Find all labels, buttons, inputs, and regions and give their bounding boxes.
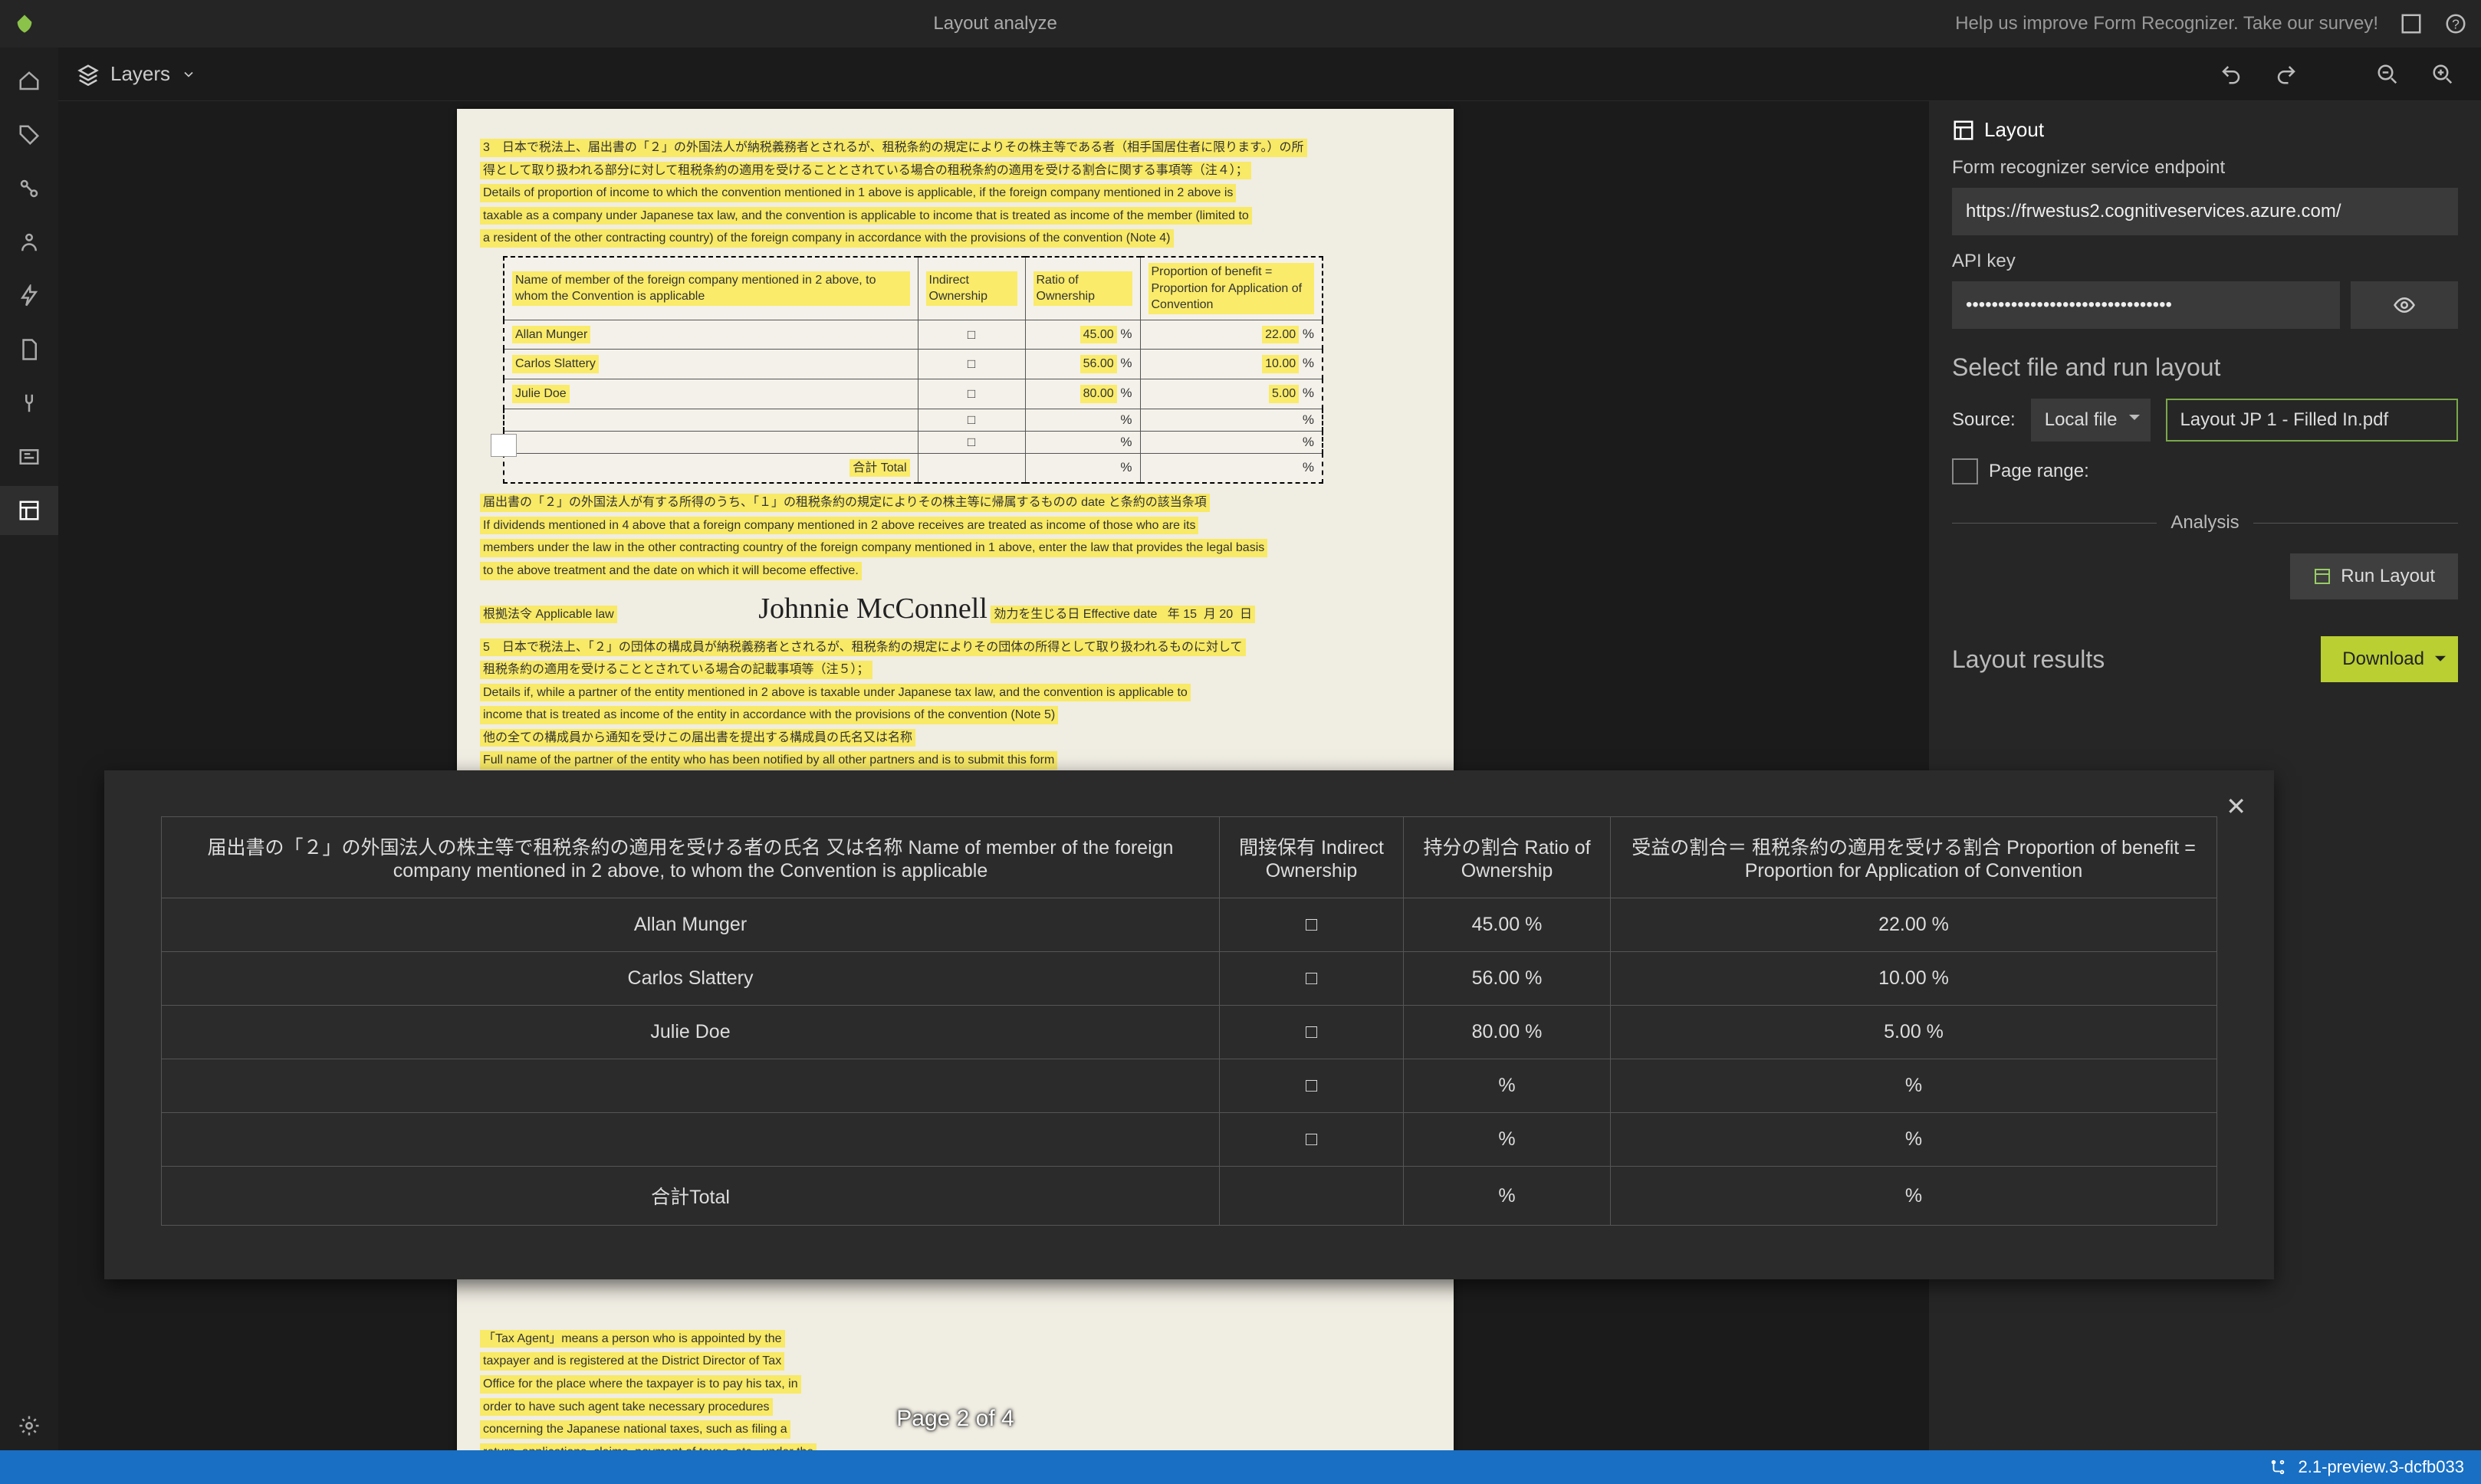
- nav-home[interactable]: [0, 57, 58, 106]
- feedback-icon[interactable]: [2400, 12, 2423, 35]
- redo-button[interactable]: [2266, 54, 2306, 94]
- close-overlay-button[interactable]: ✕: [2226, 792, 2246, 821]
- zoom-in-button[interactable]: [2423, 54, 2463, 94]
- nav-train[interactable]: [0, 271, 58, 320]
- col-name: 届出書の「２」の外国法人の株主等で租税条約の適用を受ける者の氏名 又は名称 Na…: [162, 817, 1220, 898]
- page-indicator: Page 2 of 4: [896, 1406, 1014, 1432]
- panel-heading: Layout: [1984, 118, 2044, 142]
- status-bar: 2.1-preview.3-dcfb033: [0, 1450, 2481, 1484]
- tag-icon: [18, 123, 41, 146]
- layout-panel-icon: [1952, 119, 1975, 142]
- table-row: Carlos Slattery□56.00 %10.00 %: [162, 952, 2217, 1006]
- apikey-label: API key: [1952, 251, 2458, 272]
- endpoint-input[interactable]: [1952, 188, 2458, 235]
- source-select[interactable]: Local file: [2031, 399, 2151, 442]
- bolt-icon: [18, 284, 41, 307]
- table-row: 合計Total%%: [162, 1167, 2217, 1226]
- redo-icon: [2275, 63, 2298, 86]
- person-icon: [18, 231, 41, 254]
- table-row: Julie Doe□80.00 %5.00 %: [162, 1006, 2217, 1059]
- analysis-divider: Analysis: [1952, 512, 2458, 534]
- nav-tag[interactable]: [0, 110, 58, 159]
- apikey-input[interactable]: [1952, 281, 2340, 329]
- nav-layout[interactable]: [0, 486, 58, 535]
- results-title: Layout results: [1952, 645, 2105, 674]
- connector-icon: [18, 392, 41, 415]
- app-logo-icon: [14, 13, 35, 34]
- col-indirect: 間接保有 Indirect Ownership: [1220, 817, 1404, 898]
- download-button[interactable]: Download: [2321, 636, 2458, 682]
- table-row: □%%: [162, 1113, 2217, 1167]
- extracted-table: 届出書の「２」の外国法人の株主等で租税条約の適用を受ける者の氏名 又は名称 Na…: [161, 816, 2217, 1226]
- page-range-checkbox[interactable]: [1952, 458, 1978, 484]
- layers-dropdown[interactable]: Layers: [77, 62, 196, 86]
- zoom-in-icon: [2431, 63, 2454, 86]
- eye-icon: [2393, 294, 2416, 317]
- canvas-toolbar: Layers: [58, 48, 2481, 101]
- help-icon[interactable]: ?: [2444, 12, 2467, 35]
- titlebar: Layout analyze Help us improve Form Reco…: [0, 0, 2481, 48]
- zoom-out-icon: [2376, 63, 2399, 86]
- reveal-key-button[interactable]: [2351, 281, 2458, 329]
- zoom-out-button[interactable]: [2368, 54, 2407, 94]
- table-overlay: ✕ 届出書の「２」の外国法人の株主等で租税条約の適用を受ける者の氏名 又は名称 …: [104, 770, 2274, 1279]
- document-icon: [18, 338, 41, 361]
- file-picker[interactable]: Layout JP 1 - Filled In.pdf: [2166, 399, 2458, 442]
- doc-table: Name of member of the foreign company me…: [503, 256, 1323, 484]
- col-benefit: 受益の割合＝ 租税条約の適用を受ける割合 Proportion of benef…: [1611, 817, 2217, 898]
- run-layout-button[interactable]: Run Layout: [2290, 553, 2458, 599]
- sidebar: [0, 48, 58, 1450]
- nav-connections[interactable]: [0, 164, 58, 213]
- source-label: Source:: [1952, 409, 2016, 431]
- endpoint-label: Form recognizer service endpoint: [1952, 157, 2458, 179]
- page-range-label: Page range:: [1989, 461, 2089, 482]
- signature: Johnnie McConnell: [758, 592, 987, 625]
- chevron-down-icon: [181, 67, 196, 82]
- table-row: Allan Munger□45.00 %22.00 %: [162, 898, 2217, 952]
- table-badge-icon: [491, 434, 517, 457]
- layers-label: Layers: [110, 62, 170, 86]
- nav-settings[interactable]: [0, 1401, 58, 1450]
- text-icon: [18, 445, 41, 468]
- app-title: Layout analyze: [35, 13, 1955, 34]
- table-row: □%%: [162, 1059, 2217, 1113]
- undo-icon: [2220, 63, 2243, 86]
- nav-doc[interactable]: [0, 325, 58, 374]
- select-file-title: Select file and run layout: [1952, 353, 2458, 382]
- nav-compose[interactable]: [0, 218, 58, 267]
- nav-connect[interactable]: [0, 379, 58, 428]
- home-icon: [18, 70, 41, 93]
- gear-icon: [18, 1414, 41, 1437]
- nav-text[interactable]: [0, 432, 58, 481]
- plug-icon: [18, 177, 41, 200]
- undo-button[interactable]: [2211, 54, 2251, 94]
- layout-icon: [18, 499, 41, 522]
- layers-icon: [77, 63, 100, 86]
- branch-icon: [2269, 1459, 2286, 1476]
- col-ratio: 持分の割合 Ratio of Ownership: [1404, 817, 1611, 898]
- survey-link[interactable]: Help us improve Form Recognizer. Take ou…: [1955, 13, 2378, 34]
- version-text: 2.1-preview.3-dcfb033: [2299, 1457, 2464, 1477]
- svg-text:?: ?: [2452, 16, 2460, 31]
- run-icon: [2313, 567, 2331, 586]
